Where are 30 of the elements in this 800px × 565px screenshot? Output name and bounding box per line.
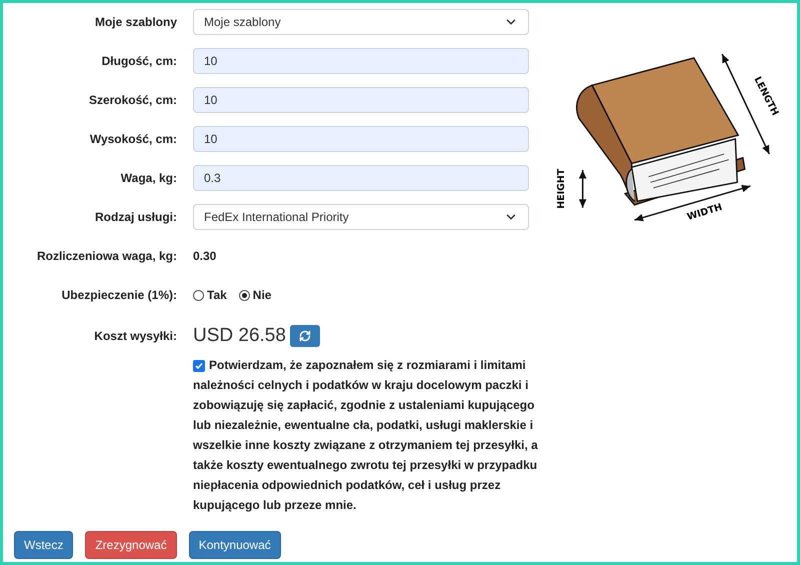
height-arrow <box>578 170 586 208</box>
field-label: Koszt wysyłki: <box>93 329 177 343</box>
radio-button[interactable] <box>193 290 204 300</box>
field-label: Ubezpieczenie (1%): <box>60 288 177 302</box>
radio-label: Nie <box>252 288 272 302</box>
field-label: Rodzaj usługi: <box>94 210 177 224</box>
field-label: Waga, kg: <box>120 171 177 185</box>
radio-button[interactable] <box>238 290 250 300</box>
billable-weight: 0.30 <box>193 249 216 263</box>
shipping-cost: USD 26.58 <box>193 325 286 347</box>
dimension-label: HEIGHT <box>556 168 567 209</box>
radio-label: Tak <box>207 288 227 302</box>
input-field[interactable]: 0.3 <box>193 165 529 191</box>
refresh-icon <box>298 330 311 342</box>
select-field[interactable]: Moje szablony <box>193 9 529 35</box>
checkbox[interactable] <box>193 360 205 372</box>
consent-text: Potwierdzam, że zapoznałem się z rozmiarami i limitami należności celnych i podatków w kraju docelowym paczki i zobowiązuję się zapłacić, zgodnie z ustaleniami kupującego lub niezależnie, ewentualne cła, podatki, usługi maklerskie i wszelkie inne koszty związane z otrzymaniem tej przesyłki, a także koszty ewentualnego zwrotu tej przesyłki w przypadku niepłacenia odpowiednich podatków, ceł i usług przez kupującego lub przeze mnie. <box>193 357 538 514</box>
field-label: Długość, cm: <box>100 54 177 68</box>
input-field[interactable]: 10 <box>193 126 529 152</box>
action-button[interactable]: Wstecz <box>14 531 74 559</box>
input-field[interactable]: 10 <box>193 48 529 74</box>
field-label: Moje szablony <box>94 15 177 29</box>
action-button[interactable]: Kontynuować <box>188 531 281 559</box>
field-label: Rozliczeniowa waga, kg: <box>36 249 177 263</box>
field-label: Wysokość, cm: <box>88 132 177 146</box>
field-label: Szerokość, cm: <box>88 93 177 107</box>
select-field[interactable]: FedEx International Priority <box>193 204 529 230</box>
action-button[interactable]: Zrezygnować <box>85 531 177 559</box>
refresh-button[interactable] <box>290 325 320 347</box>
input-field[interactable]: 10 <box>193 87 529 113</box>
